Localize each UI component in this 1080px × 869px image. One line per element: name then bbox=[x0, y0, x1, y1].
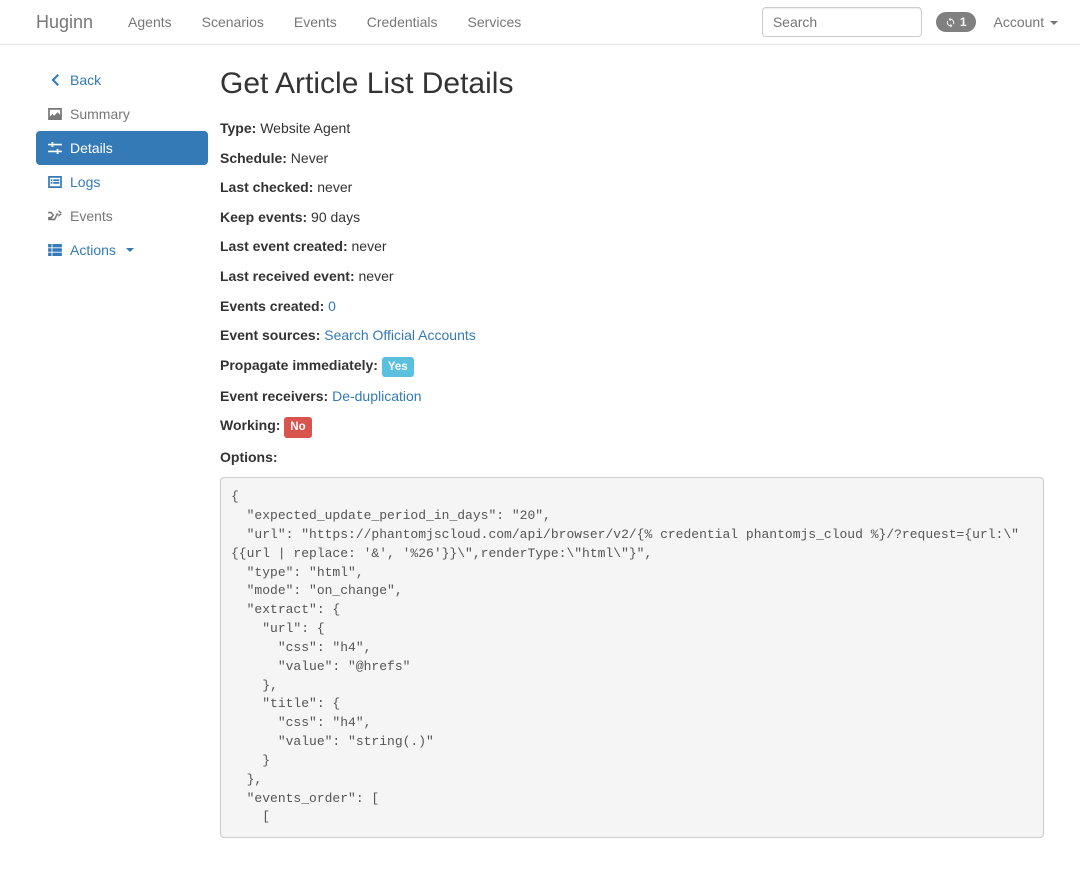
random-icon bbox=[48, 210, 62, 222]
search-input[interactable] bbox=[762, 7, 922, 37]
page-container: Back Summary Details Logs bbox=[0, 45, 1080, 869]
nav-right: 1 Account bbox=[762, 1, 1062, 43]
nav-credentials[interactable]: Credentials bbox=[352, 1, 453, 43]
th-list-icon bbox=[48, 244, 62, 256]
nav-agents[interactable]: Agents bbox=[113, 1, 187, 43]
prop-keepevents: Keep events: 90 days bbox=[220, 208, 1044, 228]
chevron-down-icon bbox=[1050, 21, 1058, 25]
page-title: Get Article List Details bbox=[220, 67, 1044, 101]
nav-links: Agents Scenarios Events Credentials Serv… bbox=[113, 1, 536, 43]
picture-icon bbox=[48, 108, 62, 120]
propagate-badge: Yes bbox=[382, 357, 414, 377]
sidebar-summary-label: Summary bbox=[70, 106, 130, 122]
list-alt-icon bbox=[48, 176, 62, 188]
prop-eventscreated: Events created: 0 bbox=[220, 297, 1044, 317]
account-label: Account bbox=[994, 14, 1045, 30]
prop-type: Type: Website Agent bbox=[220, 119, 1044, 139]
sidebar-events[interactable]: Events bbox=[36, 199, 208, 233]
events-created-link[interactable]: 0 bbox=[328, 298, 336, 314]
sidebar-logs-label: Logs bbox=[70, 174, 100, 190]
sidebar: Back Summary Details Logs bbox=[36, 63, 208, 851]
prop-options: Options: bbox=[220, 448, 1044, 468]
sidebar-logs[interactable]: Logs bbox=[36, 165, 208, 199]
sidebar-events-label: Events bbox=[70, 208, 113, 224]
sliders-icon bbox=[48, 142, 62, 154]
prop-working: Working: No bbox=[220, 416, 1044, 437]
prop-propagate: Propagate immediately: Yes bbox=[220, 356, 1044, 377]
chevron-down-icon bbox=[126, 248, 134, 252]
sidebar-details[interactable]: Details bbox=[36, 131, 208, 165]
sidebar-actions[interactable]: Actions bbox=[36, 233, 208, 267]
event-receivers-link[interactable]: De-duplication bbox=[332, 388, 422, 404]
nav-events[interactable]: Events bbox=[279, 1, 352, 43]
refresh-badge[interactable]: 1 bbox=[936, 12, 976, 32]
prop-eventsources: Event sources: Search Official Accounts bbox=[220, 326, 1044, 346]
prop-lastchecked: Last checked: never bbox=[220, 178, 1044, 198]
prop-lasteventcreated: Last event created: never bbox=[220, 237, 1044, 257]
navbar: Huginn Agents Scenarios Events Credentia… bbox=[0, 0, 1080, 45]
refresh-icon bbox=[945, 17, 956, 28]
working-badge: No bbox=[284, 417, 311, 437]
brand[interactable]: Huginn bbox=[36, 12, 93, 33]
prop-eventreceivers: Event receivers: De-duplication bbox=[220, 387, 1044, 407]
nav-scenarios[interactable]: Scenarios bbox=[187, 1, 279, 43]
chevron-left-icon bbox=[48, 74, 62, 86]
sidebar-details-label: Details bbox=[70, 140, 113, 156]
event-sources-link[interactable]: Search Official Accounts bbox=[324, 327, 475, 343]
sidebar-back-label: Back bbox=[70, 72, 101, 88]
nav-services[interactable]: Services bbox=[453, 1, 537, 43]
refresh-count: 1 bbox=[960, 15, 967, 29]
sidebar-summary[interactable]: Summary bbox=[36, 97, 208, 131]
account-dropdown[interactable]: Account bbox=[990, 1, 1062, 43]
sidebar-actions-label: Actions bbox=[70, 242, 116, 258]
main-content: Get Article List Details Type: Website A… bbox=[220, 63, 1044, 851]
prop-lastreceived: Last received event: never bbox=[220, 267, 1044, 287]
options-json: { "expected_update_period_in_days": "20"… bbox=[220, 477, 1044, 838]
sidebar-back[interactable]: Back bbox=[36, 63, 208, 97]
prop-schedule: Schedule: Never bbox=[220, 149, 1044, 169]
